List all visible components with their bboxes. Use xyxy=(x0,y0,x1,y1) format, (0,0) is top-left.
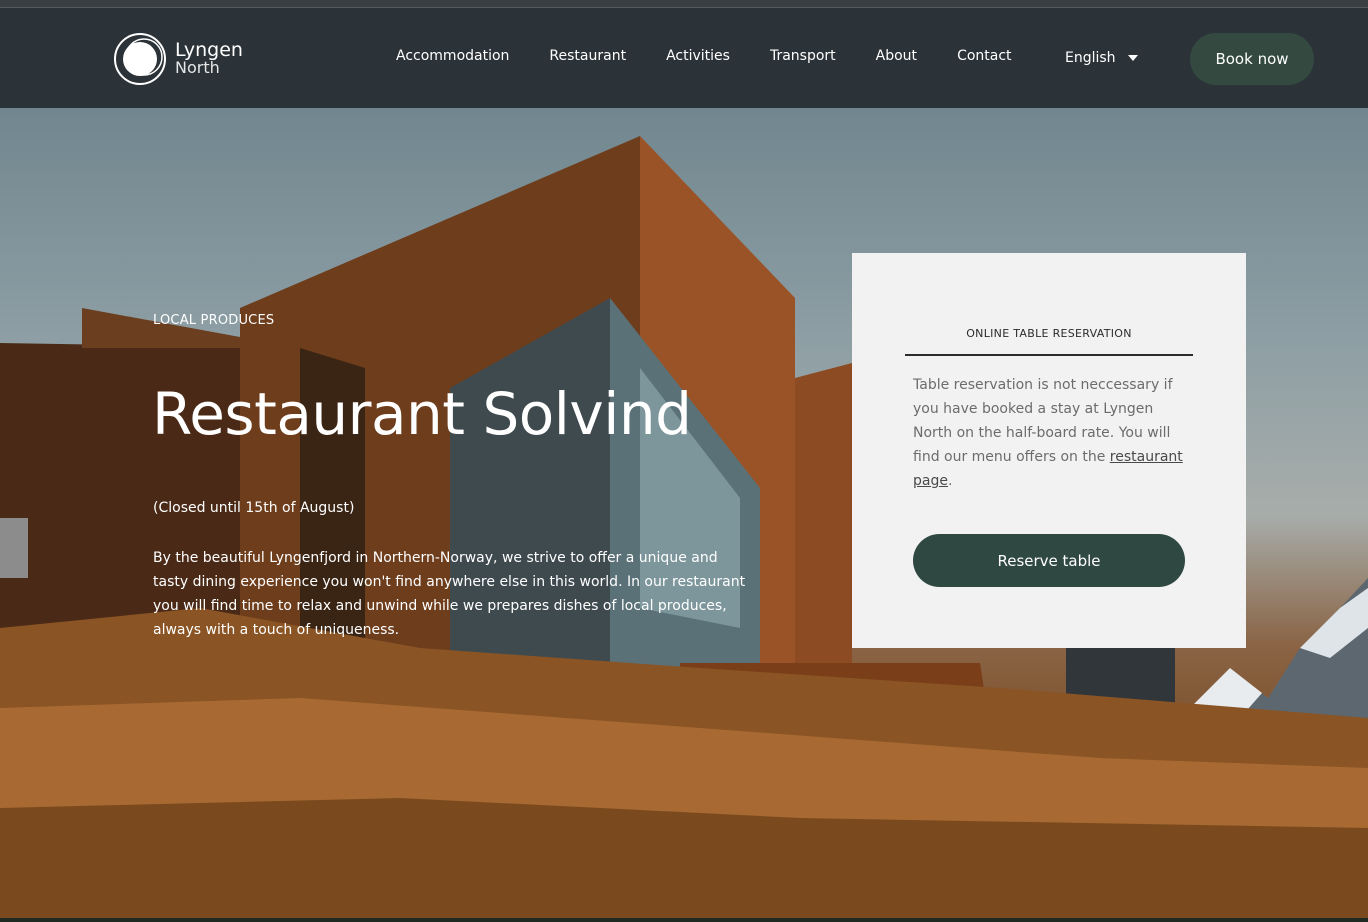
hero-description: By the beautiful Lyngenfjord in Northern… xyxy=(153,550,746,638)
reservation-card-divider xyxy=(905,354,1193,356)
closed-notice: (Closed until 15th of August) xyxy=(153,500,355,516)
brand-logo[interactable]: Lyngen North xyxy=(113,31,253,87)
site-header: Lyngen North Accommodation Restaurant Ac… xyxy=(0,8,1368,108)
caret-down-icon xyxy=(1127,55,1138,61)
hero-section: LOCAL PRODUCES Restaurant Solvind (Close… xyxy=(0,108,1368,922)
nav-link-restaurant[interactable]: Restaurant xyxy=(549,48,626,68)
browser-top-strip xyxy=(0,0,1368,8)
nav-link-contact[interactable]: Contact xyxy=(957,48,1011,68)
page-bottom-edge xyxy=(0,918,1368,922)
language-label: English xyxy=(1065,50,1116,66)
nav-link-about[interactable]: About xyxy=(876,48,917,68)
main-nav: Accommodation Restaurant Activities Tran… xyxy=(396,48,1012,68)
brand-name: Lyngen North xyxy=(175,41,243,77)
book-now-button[interactable]: Book now xyxy=(1190,33,1314,85)
nav-link-transport[interactable]: Transport xyxy=(770,48,836,68)
language-selector[interactable]: English xyxy=(1065,48,1138,68)
nav-link-accommodation[interactable]: Accommodation xyxy=(396,48,509,68)
nav-link-activities[interactable]: Activities xyxy=(666,48,730,68)
reservation-card-title: ONLINE TABLE RESERVATION xyxy=(966,327,1132,340)
reservation-info-text-end: . xyxy=(947,473,953,489)
reserve-table-button[interactable]: Reserve table xyxy=(913,534,1185,587)
brand-name-line1: Lyngen xyxy=(175,39,243,61)
brand-name-line2: North xyxy=(175,58,220,77)
reservation-card: ONLINE TABLE RESERVATION Table reservati… xyxy=(852,253,1246,648)
hero-eyebrow: LOCAL PRODUCES xyxy=(153,313,275,328)
logo-rings-icon xyxy=(113,32,167,86)
page-title: Restaurant Solvind xyxy=(152,380,692,448)
reservation-info-text: Table reservation is not neccessary if y… xyxy=(913,373,1193,493)
